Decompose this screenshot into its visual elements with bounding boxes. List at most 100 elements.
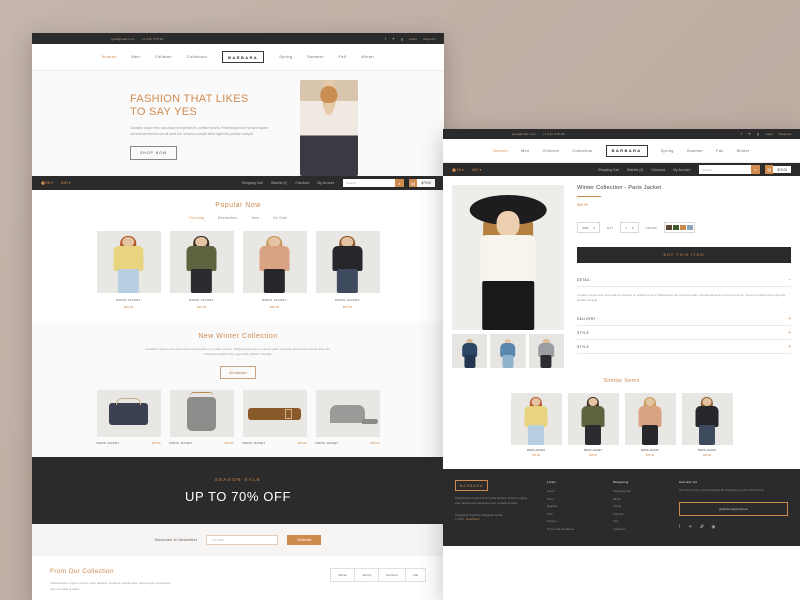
shopping-cart-link[interactable]: Shopping Cart: [598, 168, 619, 172]
footer-link-terms[interactable]: Terms and Conditions: [547, 527, 599, 531]
product-thumbnail[interactable]: [452, 334, 488, 368]
nav-item-winter[interactable]: Winter: [737, 149, 750, 153]
product-thumbnail[interactable]: [490, 334, 526, 368]
site-logo[interactable]: BARBARA: [222, 51, 265, 63]
footer-shopping-summer[interactable]: Summer: [613, 512, 665, 516]
filter-on-sale[interactable]: On Sale: [273, 216, 287, 220]
login-link[interactable]: Login: [765, 132, 773, 136]
dribbble-icon[interactable]: ◉: [711, 524, 715, 530]
similar-card[interactable]: PARIS JACKET $65.99: [681, 393, 733, 457]
product-thumbnail[interactable]: [528, 334, 564, 368]
contact-email-box[interactable]: graphberry@gmail.com: [679, 501, 788, 516]
footer-link-faq[interactable]: FAQ: [547, 512, 599, 516]
nav-item-collection[interactable]: Collection: [572, 149, 592, 153]
search-input[interactable]: Search: [699, 165, 752, 174]
currency-selector[interactable]: USD ▾: [61, 181, 71, 185]
footer-link-home[interactable]: Home: [547, 489, 599, 493]
accessory-card[interactable]: PARIS JACKET $65.99: [169, 390, 234, 445]
facebook-icon[interactable]: f: [741, 132, 742, 136]
nav-item-summer[interactable]: Summer: [307, 55, 323, 59]
footer-shopping-cart[interactable]: Shopping Cart: [613, 489, 665, 493]
credit-link[interactable]: Graphberry: [466, 518, 480, 521]
tab-summer[interactable]: Summer: [378, 568, 406, 583]
language-selector[interactable]: ⬤ EN ▾: [452, 168, 464, 172]
twitter-icon[interactable]: ✦: [392, 37, 395, 41]
facebook-icon[interactable]: f: [385, 37, 386, 41]
similar-card[interactable]: PARIS JACKET $65.99: [624, 393, 676, 457]
product-card[interactable]: PARIS JACKET $65.99: [96, 231, 161, 309]
qty-select[interactable]: 1 ▾: [620, 222, 639, 233]
filter-bestsellers[interactable]: Bestsellers: [218, 216, 237, 220]
shop-now-button[interactable]: SHOP NOW: [130, 146, 178, 161]
accordion-style-1[interactable]: STYLE +: [577, 326, 791, 340]
nav-item-spring[interactable]: Spring: [279, 55, 292, 59]
all-collection-button[interactable]: All collection: [220, 366, 256, 380]
nav-item-collection[interactable]: Collection: [187, 55, 207, 59]
accordion-delivery[interactable]: DELIVERY +: [577, 312, 791, 326]
footer-shopping-winter[interactable]: Winter: [613, 497, 665, 501]
size-select[interactable]: SIZE ▾: [577, 222, 600, 233]
nav-item-women[interactable]: Women: [493, 149, 508, 153]
nav-item-fall[interactable]: Fall: [716, 149, 724, 153]
product-card[interactable]: PARIS JACKET $65.99: [169, 231, 234, 309]
shopping-cart-link[interactable]: Shopping Cart: [242, 181, 263, 185]
nav-item-spring[interactable]: Spring: [661, 149, 674, 153]
accordion-detail[interactable]: DETAIL −: [577, 273, 791, 287]
site-logo[interactable]: BARBARA: [605, 144, 648, 157]
nav-item-summer[interactable]: Summer: [687, 149, 703, 153]
footer-shopping-collection[interactable]: Collection: [613, 527, 665, 531]
newsletter-email-input[interactable]: Your Mail: [206, 535, 279, 546]
wishlist-link[interactable]: Wishlist (0): [627, 168, 643, 172]
register-link[interactable]: Register: [779, 132, 792, 136]
accessory-card[interactable]: PARIS JACKET $65.99: [96, 390, 161, 445]
search-box[interactable]: Search ⌕: [343, 178, 404, 188]
color-swatch[interactable]: [673, 224, 679, 231]
facebook-icon[interactable]: f: [679, 524, 680, 530]
similar-card[interactable]: PARIS JACKET $65.99: [567, 393, 619, 457]
similar-card[interactable]: PARIS JACKET $65.99: [510, 393, 562, 457]
color-swatch[interactable]: [680, 224, 686, 231]
search-icon[interactable]: ⌕: [751, 165, 760, 174]
color-swatch[interactable]: [687, 224, 693, 231]
tab-fall[interactable]: Fall: [405, 568, 426, 583]
twitter-icon[interactable]: ✦: [748, 132, 751, 136]
google-plus-icon[interactable]: g: [757, 132, 759, 136]
footer-link-register[interactable]: Register: [547, 504, 599, 508]
nav-item-fall[interactable]: Fall: [339, 55, 347, 59]
wishlist-link[interactable]: Wishlist (0): [271, 181, 287, 185]
my-account-link[interactable]: My Account: [673, 168, 690, 172]
cart-widget[interactable]: ▤ $79.00: [764, 165, 791, 174]
cart-icon[interactable]: ▤: [764, 165, 774, 174]
product-card[interactable]: PARIS JACKET $65.99: [315, 231, 380, 309]
cart-widget[interactable]: ▤ $79.00: [408, 178, 435, 188]
footer-link-store[interactable]: Store: [547, 497, 599, 501]
my-account-link[interactable]: My Account: [317, 181, 334, 185]
filter-trending[interactable]: Trending: [189, 216, 204, 220]
google-plus-icon[interactable]: g: [401, 37, 403, 41]
search-box[interactable]: Search ⌕: [699, 165, 760, 174]
nav-item-men[interactable]: Men: [132, 55, 140, 59]
accessory-card[interactable]: PARIS JACKET $65.99: [242, 390, 307, 445]
nav-item-women[interactable]: Women: [102, 55, 117, 59]
footer-shopping-fall[interactable]: Fall: [613, 519, 665, 523]
footer-link-support[interactable]: Support: [547, 519, 599, 523]
search-icon[interactable]: ⌕: [395, 178, 404, 188]
footer-shopping-spring[interactable]: Spring: [613, 504, 665, 508]
checkout-link[interactable]: Checkout: [651, 168, 665, 172]
currency-selector[interactable]: USD ▾: [472, 168, 482, 172]
checkout-link[interactable]: Checkout: [295, 181, 309, 185]
nav-item-winter[interactable]: Winter: [361, 55, 374, 59]
product-main-image[interactable]: [452, 185, 564, 330]
pinterest-icon[interactable]: 𝒫: [700, 524, 703, 530]
nav-item-children[interactable]: Children: [542, 149, 559, 153]
nav-item-men[interactable]: Men: [521, 149, 529, 153]
search-input[interactable]: Search: [343, 178, 396, 188]
product-card[interactable]: PARIS JACKET $69.99: [242, 231, 307, 309]
nav-item-children[interactable]: Children: [155, 55, 172, 59]
cart-icon[interactable]: ▤: [408, 178, 418, 188]
subscribe-button[interactable]: Subscribe: [287, 535, 322, 546]
register-link[interactable]: Register: [423, 37, 436, 41]
buy-this-item-button[interactable]: BUY THIS ITEM: [577, 247, 791, 263]
language-selector[interactable]: ⬤ EN ▾: [41, 181, 53, 185]
filter-new[interactable]: New: [252, 216, 260, 220]
